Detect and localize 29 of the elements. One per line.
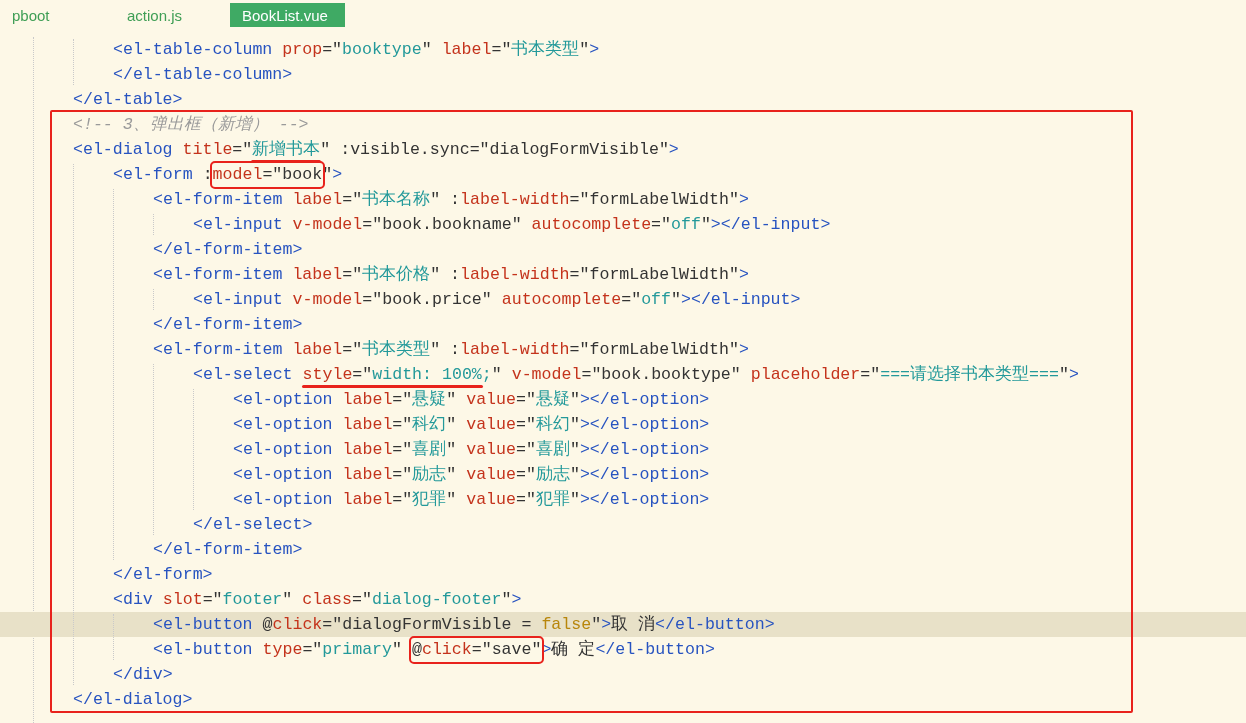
code-line: </el-form> (113, 564, 213, 585)
code-line: <el-table-column prop="booktype" label="书本类型"> (113, 39, 600, 60)
code-line: </el-form-item> (153, 239, 303, 260)
code-line: <el-button @click="dialogFormVisible = false">取 消</el-button> (153, 614, 775, 635)
code-line: </el-dialog> (73, 689, 193, 710)
file-tab[interactable]: BookList.vue (230, 3, 345, 27)
code-line: </el-form-item> (153, 314, 303, 335)
code-line: <div slot="footer" class="dialog-footer"> (113, 589, 522, 610)
code-line: <el-option label="喜剧" value="喜剧"></el-option> (233, 439, 710, 460)
code-line: <!-- 3、弹出框（新增） --> (73, 114, 309, 135)
code-line: </el-form-item> (153, 539, 303, 560)
code-line: </div> (113, 664, 173, 685)
code-line: <el-form-item label="书本名称" :label-width="formLabelWidth"> (153, 189, 749, 210)
code-line: <el-option label="悬疑" value="悬疑"></el-option> (233, 389, 710, 410)
annotation-underline (251, 160, 322, 163)
code-line: <el-option label="科幻" value="科幻"></el-option> (233, 414, 710, 435)
code-line: </el-select> (193, 514, 313, 535)
code-line: <el-input v-model="book.price" autocomplete="off"></el-input> (193, 289, 801, 310)
code-line: </el-table-column> (113, 64, 293, 85)
code-line: <el-option label="犯罪" value="犯罪"></el-option> (233, 489, 710, 510)
code-line: <el-form-item label="书本价格" :label-width="formLabelWidth"> (153, 264, 749, 285)
code-line: <el-dialog title="新增书本" :visible.sync="dialogFormVisible"> (73, 139, 679, 160)
file-tab[interactable]: pboot (0, 3, 115, 27)
code-line: <el-option label="励志" value="励志"></el-option> (233, 464, 710, 485)
code-line: </el-table> (73, 89, 183, 110)
code-line: <el-form-item label="书本类型" :label-width="formLabelWidth"> (153, 339, 749, 360)
code-line: <el-input v-model="book.bookname" autocomplete="off"></el-input> (193, 214, 831, 235)
code-line: <el-select style="width: 100%;" v-model="book.booktype" placeholder="===请选择书本类型==="> (193, 364, 1079, 385)
file-tab[interactable]: action.js (115, 3, 230, 27)
